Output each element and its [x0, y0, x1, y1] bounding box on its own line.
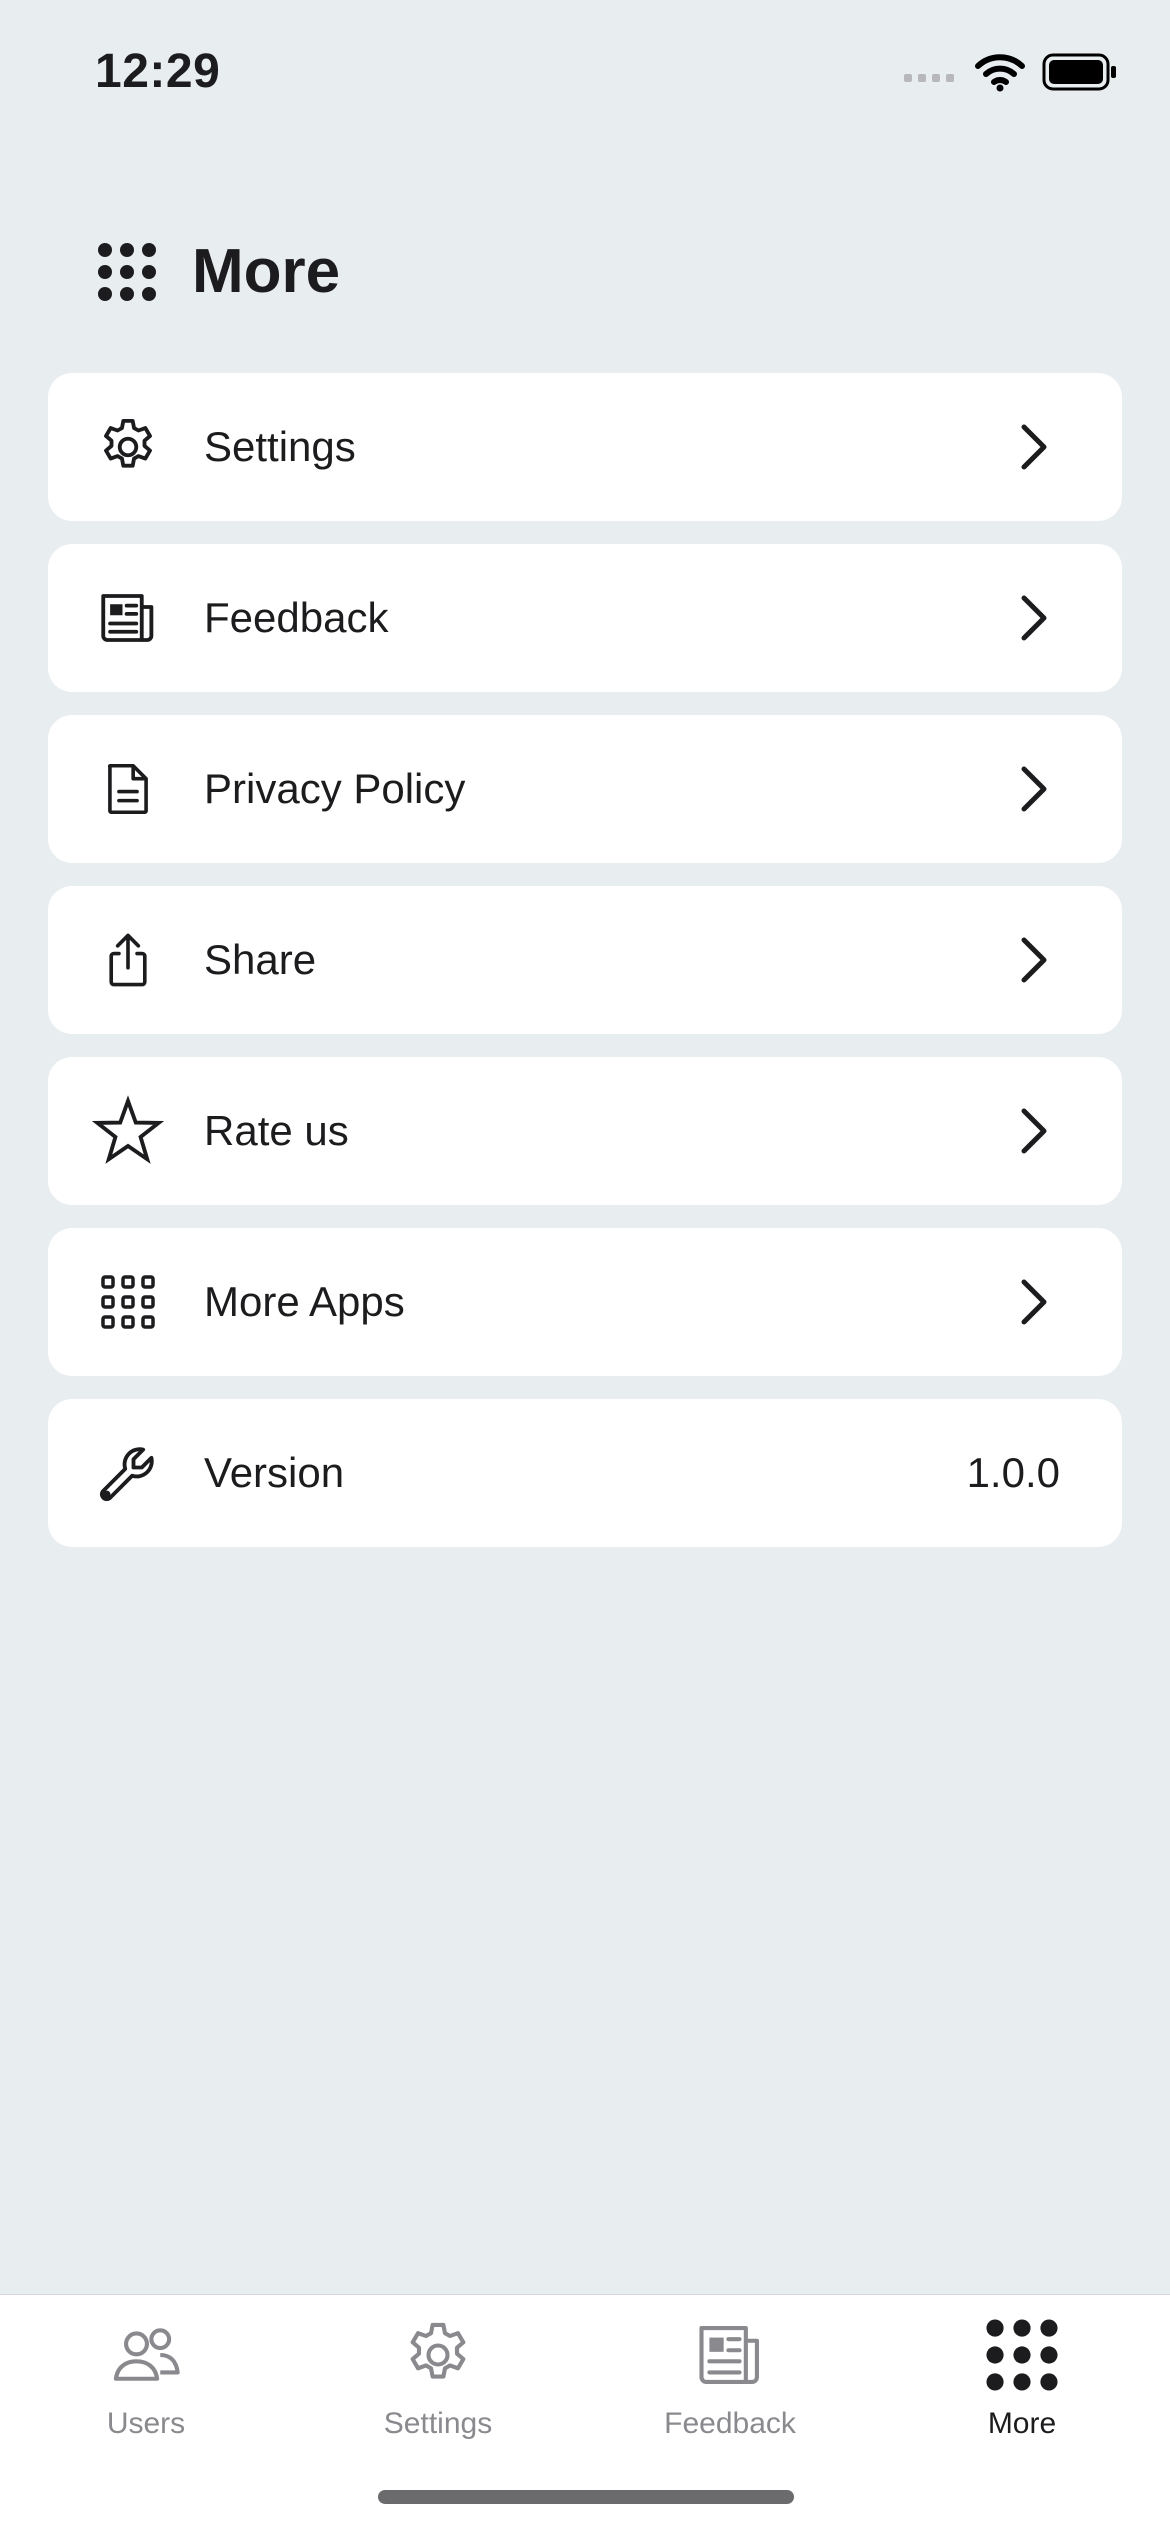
grid-dots-icon — [98, 242, 156, 301]
wifi-icon — [975, 54, 1025, 92]
tab-more[interactable]: More — [876, 2295, 1168, 2455]
menu-list: Settings Feedback Privacy Policy Share R… — [48, 373, 1122, 1570]
menu-item-label: Privacy Policy — [204, 765, 466, 812]
menu-item-settings[interactable]: Settings — [48, 373, 1122, 521]
chevron-right-icon — [1021, 424, 1047, 470]
chevron-right-icon — [1021, 1108, 1047, 1154]
menu-item-feedback[interactable]: Feedback — [48, 544, 1122, 692]
chevron-right-icon — [1021, 1279, 1047, 1325]
document-icon — [92, 753, 164, 825]
menu-item-share[interactable]: Share — [48, 886, 1122, 1034]
menu-item-label: More Apps — [204, 1278, 405, 1325]
gear-icon — [410, 2322, 466, 2379]
status-icons — [902, 52, 1118, 92]
menu-item-privacy-policy[interactable]: Privacy Policy — [48, 715, 1122, 863]
menu-item-label: Rate us — [204, 1107, 349, 1154]
version-value: 1.0.0 — [966, 1449, 1060, 1496]
apps-grid-icon — [92, 1266, 164, 1338]
tab-label: Feedback — [664, 2407, 796, 2440]
gear-icon — [92, 411, 164, 483]
tab-label: Settings — [383, 2407, 493, 2440]
grid-dots-icon — [986, 2319, 1058, 2391]
tab-feedback[interactable]: Feedback — [584, 2295, 876, 2455]
menu-item-label: Version — [204, 1449, 345, 1496]
battery-icon — [1042, 53, 1116, 91]
newspaper-icon — [699, 2326, 759, 2384]
wrench-icon — [92, 1437, 164, 1509]
page-header: More — [96, 236, 340, 307]
cellular-signal-icon — [904, 74, 954, 82]
menu-item-label: Share — [204, 936, 317, 983]
page-title: More — [192, 237, 341, 306]
tab-label: More — [987, 2407, 1057, 2440]
chevron-right-icon — [1021, 766, 1047, 812]
newspaper-icon — [92, 582, 164, 654]
tab-users[interactable]: Users — [0, 2295, 292, 2455]
menu-item-version: Version 1.0.0 — [48, 1399, 1122, 1547]
menu-item-rate-us[interactable]: Rate us — [48, 1057, 1122, 1205]
menu-item-label: Feedback — [204, 594, 389, 641]
menu-item-more-apps[interactable]: More Apps — [48, 1228, 1122, 1376]
chevron-right-icon — [1021, 937, 1047, 983]
tab-label: Users — [106, 2407, 186, 2440]
tab-settings[interactable]: Settings — [292, 2295, 584, 2455]
chevron-right-icon — [1021, 595, 1047, 641]
status-time: 12:29 — [95, 45, 221, 98]
menu-item-label: Settings — [204, 423, 356, 470]
share-icon — [92, 924, 164, 996]
star-icon — [92, 1095, 164, 1167]
home-indicator[interactable] — [378, 2490, 794, 2504]
status-bar: 12:29 — [0, 0, 1170, 150]
users-icon — [113, 2328, 180, 2381]
